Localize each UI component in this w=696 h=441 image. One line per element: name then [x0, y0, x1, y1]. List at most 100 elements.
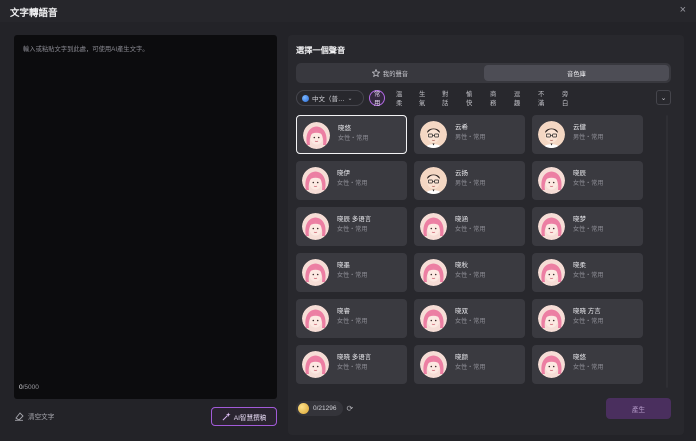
- voice-name: 晓晓 方言: [573, 308, 601, 315]
- clear-text-button[interactable]: 清空文字: [14, 411, 54, 421]
- voice-name: 晓辰: [573, 170, 586, 177]
- voice-tag: 女性・常用: [455, 364, 486, 371]
- generate-label: 產生: [631, 406, 646, 414]
- voice-name: 晓悠: [338, 125, 351, 132]
- voice-tag: 女性・常用: [573, 318, 604, 325]
- clear-text-label: 清空文字: [28, 414, 55, 421]
- voice-tag: 女性・常用: [337, 226, 368, 233]
- title-bar: 文字轉語音 ×: [0, 0, 696, 22]
- voice-card[interactable]: 晓辰 女性・常用: [532, 161, 643, 200]
- voice-name: 晓睿: [337, 308, 350, 315]
- voice-card[interactable]: 晓涵 女性・常用: [414, 207, 525, 246]
- voice-card[interactable]: 晓双 女性・常用: [414, 299, 525, 338]
- voice-name: 晓伊: [337, 170, 350, 177]
- avatar: [420, 305, 447, 332]
- tab-my-voices-label: 我的聲音: [382, 70, 409, 78]
- star-icon: [371, 69, 380, 77]
- voice-name: 晓晓 多语言: [337, 354, 372, 361]
- tab-voice-library[interactable]: 音色庫: [484, 65, 669, 81]
- voice-card[interactable]: 云健 男性・常用: [532, 115, 643, 154]
- globe-icon: [302, 94, 309, 102]
- voice-tag: 女性・常用: [337, 180, 368, 187]
- language-select[interactable]: 中文（普… ⌄: [296, 90, 364, 106]
- avatar: [303, 122, 330, 149]
- voice-name: 云健: [573, 124, 586, 131]
- eraser-icon: [15, 412, 24, 421]
- generate-button[interactable]: 產生: [606, 398, 671, 419]
- credits-pill: 0/21296: [296, 401, 343, 416]
- voice-name: 晓辰 多语言: [337, 216, 372, 223]
- scrollbar[interactable]: [666, 115, 668, 388]
- voice-card[interactable]: 晓悠 女性・常用: [532, 345, 643, 384]
- voice-name: 晓涵: [455, 216, 468, 223]
- filter-chip[interactable]: 旁白: [558, 90, 572, 107]
- voice-card[interactable]: 晓晓 多语言 女性・常用: [296, 345, 407, 384]
- voice-card[interactable]: 晓颜 女性・常用: [414, 345, 525, 384]
- voice-name: 晓墨: [337, 262, 350, 269]
- voice-tag: 男性・常用: [455, 134, 486, 141]
- coin-icon: [298, 403, 309, 414]
- filter-chip[interactable]: 生氣: [415, 90, 429, 107]
- credits-value: 0/21296: [313, 405, 337, 412]
- avatar: [420, 167, 447, 194]
- avatar: [538, 259, 565, 286]
- voice-card[interactable]: 晓柔 女性・常用: [532, 253, 643, 292]
- voice-name: 晓秋: [455, 262, 468, 269]
- voice-card[interactable]: 晓辰 多语言 女性・常用: [296, 207, 407, 246]
- voice-card[interactable]: 晓墨 女性・常用: [296, 253, 407, 292]
- voice-name: 晓双: [455, 308, 468, 315]
- credits-area: 0/21296 ⟳: [296, 400, 353, 417]
- close-icon[interactable]: ×: [680, 4, 686, 16]
- voice-tag: 女性・常用: [337, 318, 368, 325]
- voice-name: 晓颜: [455, 354, 468, 361]
- tab-my-voices[interactable]: 我的聲音: [298, 65, 482, 81]
- chevron-down-icon: ⌄: [347, 95, 353, 102]
- filter-chip[interactable]: 對話: [438, 90, 452, 107]
- filter-chip[interactable]: 逗趣: [510, 90, 524, 107]
- language-value: 中文（普…: [312, 96, 345, 103]
- refresh-icon[interactable]: ⟳: [347, 404, 354, 413]
- voice-card[interactable]: 云希 男性・常用: [414, 115, 525, 154]
- voice-card[interactable]: 晓悠 女性・常用: [296, 115, 407, 154]
- avatar: [302, 213, 329, 240]
- voice-card[interactable]: 云扬 男性・常用: [414, 161, 525, 200]
- voice-card[interactable]: 晓晓 方言女性・常用: [532, 299, 643, 338]
- avatar: [302, 351, 329, 378]
- voice-card[interactable]: 晓梦 女性・常用: [532, 207, 643, 246]
- voice-card[interactable]: 晓伊 女性・常用: [296, 161, 407, 200]
- voice-name: 晓悠: [573, 354, 586, 361]
- voice-grid: 晓悠 女性・常用 云希 男性・常用 云健 男性・常用 晓伊 女性・常用 云扬 男性・常用 晓辰 女性・…: [296, 115, 656, 388]
- avatar: [538, 213, 565, 240]
- voice-card[interactable]: 晓秋 女性・常用: [414, 253, 525, 292]
- voice-name: 云希: [455, 124, 468, 131]
- text-editor[interactable]: 輸入或粘貼文字到此處，可使用AI產生文字。 0/5000: [14, 35, 277, 399]
- voice-tag: 女性・常用: [573, 226, 604, 233]
- voice-tag: 男性・常用: [573, 134, 604, 141]
- filter-chip[interactable]: 常用: [369, 90, 386, 107]
- avatar: [538, 351, 565, 378]
- chevron-down-icon: ⌄: [660, 94, 667, 102]
- editor-placeholder: 輸入或粘貼文字到此處，可使用AI產生文字。: [23, 46, 149, 53]
- filter-chip[interactable]: 溫柔: [392, 90, 406, 107]
- ai-writing-button[interactable]: AI智慧撰稿: [211, 407, 277, 426]
- ai-writing-label: AI智慧撰稿: [233, 414, 267, 422]
- avatar: [538, 121, 565, 148]
- voice-name: 云扬: [455, 170, 468, 177]
- filter-chip[interactable]: 商務: [486, 90, 500, 107]
- character-counter: 0/5000: [19, 384, 39, 391]
- filter-chip[interactable]: 愉快: [462, 90, 476, 107]
- expand-filters-button[interactable]: ⌄: [656, 90, 671, 105]
- tab-voice-library-label: 音色庫: [567, 70, 586, 78]
- voice-name: 晓柔: [573, 262, 586, 269]
- avatar: [420, 213, 447, 240]
- avatar: [420, 259, 447, 286]
- voice-tabs: 我的聲音 音色庫: [296, 63, 671, 83]
- voice-card[interactable]: 晓睿 女性・常用: [296, 299, 407, 338]
- voice-tag: 女性・常用: [455, 226, 486, 233]
- filter-chip[interactable]: 不滿: [534, 90, 548, 107]
- avatar: [538, 167, 565, 194]
- voice-tag: 女性・常用: [573, 364, 604, 371]
- panel-title: 選擇一個聲音: [296, 46, 346, 55]
- voice-name: 晓梦: [573, 216, 586, 223]
- avatar: [302, 167, 329, 194]
